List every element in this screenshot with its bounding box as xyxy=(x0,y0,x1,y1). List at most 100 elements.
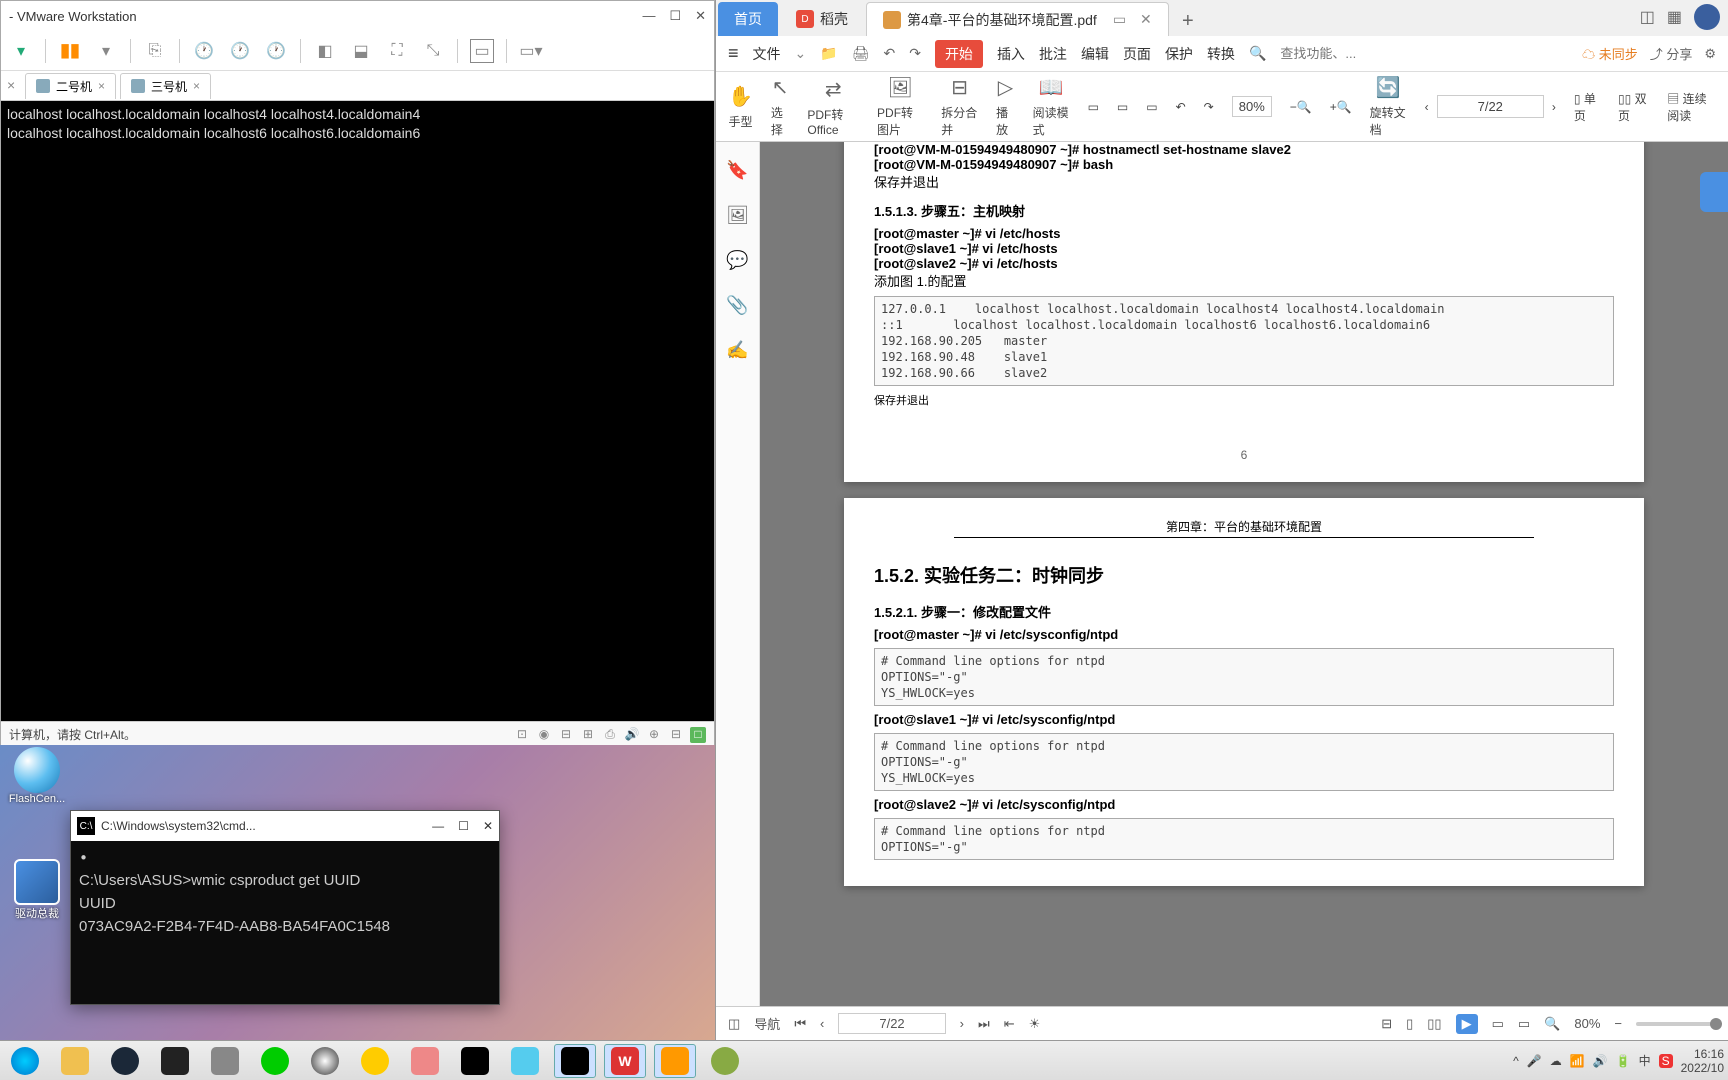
device-icon[interactable]: ⎙ xyxy=(602,727,618,743)
dropdown-icon[interactable]: ▾ xyxy=(9,39,33,63)
rotate-doc[interactable]: 🔄旋转文档 xyxy=(1370,75,1407,138)
view-fit-icon[interactable]: ⛶ xyxy=(385,39,409,63)
tab-close-left[interactable]: × xyxy=(7,77,21,95)
pdf-viewport[interactable]: [root@VM-M-01594949480907 ~]# hostnamect… xyxy=(760,142,1728,1006)
page-indicator[interactable]: 7/22 xyxy=(1437,95,1544,118)
tab-menu-icon[interactable]: ▭ xyxy=(1113,11,1126,28)
protect-menu[interactable]: 保护 xyxy=(1165,44,1193,64)
taskbar-app5[interactable] xyxy=(704,1044,746,1078)
taskbar-epic[interactable] xyxy=(154,1044,196,1078)
pdf-to-image[interactable]: 🖼PDF转图片 xyxy=(877,75,923,138)
tray-wifi-icon[interactable]: 📶 xyxy=(1570,1054,1585,1068)
print-icon[interactable]: 🖨 xyxy=(852,45,870,62)
signature-icon[interactable]: ✍ xyxy=(726,340,748,361)
taskbar-explorer[interactable] xyxy=(54,1044,96,1078)
nav-label[interactable]: 导航 xyxy=(754,1014,780,1033)
view-split-icon[interactable]: ⬓ xyxy=(349,39,373,63)
taskbar-app4[interactable] xyxy=(504,1044,546,1078)
tray-volume-icon[interactable]: 🔊 xyxy=(1593,1054,1608,1068)
cmd-body[interactable]: • C:\Users\ASUS>wmic csproduct get UUID … xyxy=(71,841,499,1001)
split-merge[interactable]: ⊟拆分合并 xyxy=(941,75,978,138)
brightness-icon[interactable]: ☀ xyxy=(1029,1016,1041,1032)
vm-terminal[interactable]: localhost localhost.localdomain localhos… xyxy=(1,101,714,721)
page-indicator[interactable]: 7/22 xyxy=(838,1013,945,1034)
nav-icon[interactable]: ◫ xyxy=(728,1016,740,1032)
continuous-button[interactable]: ▤ 连续阅读 xyxy=(1667,90,1716,124)
zoom-select[interactable]: 80% xyxy=(1232,96,1272,117)
taskbar-vmware[interactable] xyxy=(654,1044,696,1078)
insert-menu[interactable]: 插入 xyxy=(997,44,1025,64)
desktop-icon-driver[interactable]: 驱动总裁 xyxy=(8,859,66,921)
taskbar-app3[interactable] xyxy=(404,1044,446,1078)
wps-tab-daoke[interactable]: D 稻壳 xyxy=(780,2,864,36)
double-view-icon[interactable]: ▯▯ xyxy=(1427,1016,1441,1032)
single-page-button[interactable]: ▯ 单页 xyxy=(1574,90,1600,124)
tool-icon[interactable]: ▭ xyxy=(1492,1016,1504,1032)
maximize-button[interactable]: ☐ xyxy=(669,8,681,24)
minimize-button[interactable]: — xyxy=(642,8,655,24)
zoom-slider[interactable] xyxy=(1636,1022,1716,1026)
select-tool[interactable]: ↖选择 xyxy=(771,75,789,138)
snapshot-revert-icon[interactable]: 🕐 xyxy=(228,39,252,63)
taskbar-qq[interactable] xyxy=(304,1044,346,1078)
sync-status[interactable]: ☁ 未同步 xyxy=(1582,44,1638,63)
device-icon[interactable]: 🔊 xyxy=(624,727,640,743)
zoom-out-icon[interactable]: −🔍 xyxy=(1290,100,1312,114)
prev-page-icon[interactable]: ‹ xyxy=(1425,100,1429,114)
annotate-menu[interactable]: 批注 xyxy=(1039,44,1067,64)
file-menu[interactable]: 文件 xyxy=(753,44,781,64)
taskbar-tiktok[interactable] xyxy=(454,1044,496,1078)
close-icon[interactable]: × xyxy=(98,79,105,93)
snapshot-manage-icon[interactable]: 🕐 xyxy=(264,39,288,63)
grid-icon[interactable]: ▦ xyxy=(1667,7,1682,27)
close-icon[interactable]: ✕ xyxy=(1140,11,1152,28)
menu-icon[interactable]: ≡ xyxy=(728,43,739,64)
open-icon[interactable]: 📁 xyxy=(820,45,837,62)
device-icon[interactable]: ⊞ xyxy=(580,727,596,743)
redo-icon[interactable]: ↷ xyxy=(909,45,921,62)
pause-dropdown-icon[interactable]: ▾ xyxy=(94,39,118,63)
wps-tab-home[interactable]: 首页 xyxy=(718,2,778,36)
tray-sogou-icon[interactable]: S xyxy=(1659,1054,1673,1068)
device-icon[interactable]: ◉ xyxy=(536,727,552,743)
thumbnail-icon[interactable]: 🖼 xyxy=(726,205,749,226)
first-page-icon[interactable]: ⏮ xyxy=(794,1016,806,1032)
taskbar-wechat[interactable] xyxy=(254,1044,296,1078)
rotate-left-icon[interactable]: ↶ xyxy=(1176,100,1186,114)
view-exit-icon[interactable]: ⤡ xyxy=(421,39,445,63)
reader-mode[interactable]: 📖阅读模式 xyxy=(1033,75,1070,138)
snapshot-icon[interactable]: 🕐 xyxy=(192,39,216,63)
pause-button[interactable]: ▮▮ xyxy=(58,39,82,63)
new-tab-button[interactable]: + xyxy=(1171,6,1205,36)
device-icon[interactable]: ⊟ xyxy=(668,727,684,743)
vm-tab-3[interactable]: 三号机 × xyxy=(120,73,211,99)
tray-battery-icon[interactable]: 🔋 xyxy=(1616,1054,1631,1068)
undo-icon[interactable]: ↶ xyxy=(883,45,895,62)
search-input[interactable] xyxy=(1280,46,1370,61)
hand-tool[interactable]: ✋手型 xyxy=(728,84,753,130)
settings-icon[interactable]: ⚙ xyxy=(1704,46,1716,62)
taskbar-edge[interactable] xyxy=(4,1044,46,1078)
annotate-icon2[interactable]: ▭ xyxy=(1117,100,1128,114)
device-icon[interactable]: ⊟ xyxy=(558,727,574,743)
rotate-right-icon[interactable]: ↷ xyxy=(1204,100,1214,114)
device-icon[interactable]: ⊕ xyxy=(646,727,662,743)
convert-menu[interactable]: 转换 xyxy=(1207,44,1235,64)
close-icon[interactable]: × xyxy=(193,79,200,93)
fullscreen-icon[interactable]: ▭ xyxy=(470,39,494,63)
device-icon[interactable]: ⊡ xyxy=(514,727,530,743)
zoom-in-icon[interactable]: +🔍 xyxy=(1330,100,1352,114)
tray-up-icon[interactable]: ^ xyxy=(1513,1054,1519,1068)
prev-page-icon[interactable]: ‹ xyxy=(820,1016,824,1031)
user-avatar[interactable] xyxy=(1694,4,1720,30)
pdf-to-office[interactable]: ⇄PDF转Office xyxy=(807,77,859,137)
maximize-button[interactable]: ☐ xyxy=(458,819,469,833)
presentation-icon[interactable]: ▶ xyxy=(1456,1014,1478,1034)
taskbar-app[interactable] xyxy=(204,1044,246,1078)
taskbar-pin[interactable]: □ xyxy=(690,727,706,743)
tray-ime-icon[interactable]: 中 xyxy=(1639,1052,1651,1069)
fit-width-icon[interactable]: ⊟ xyxy=(1381,1016,1392,1032)
bookmark-icon[interactable]: 🔖 xyxy=(726,160,748,181)
taskbar-steam[interactable] xyxy=(104,1044,146,1078)
taskbar-wps[interactable]: W xyxy=(604,1044,646,1078)
